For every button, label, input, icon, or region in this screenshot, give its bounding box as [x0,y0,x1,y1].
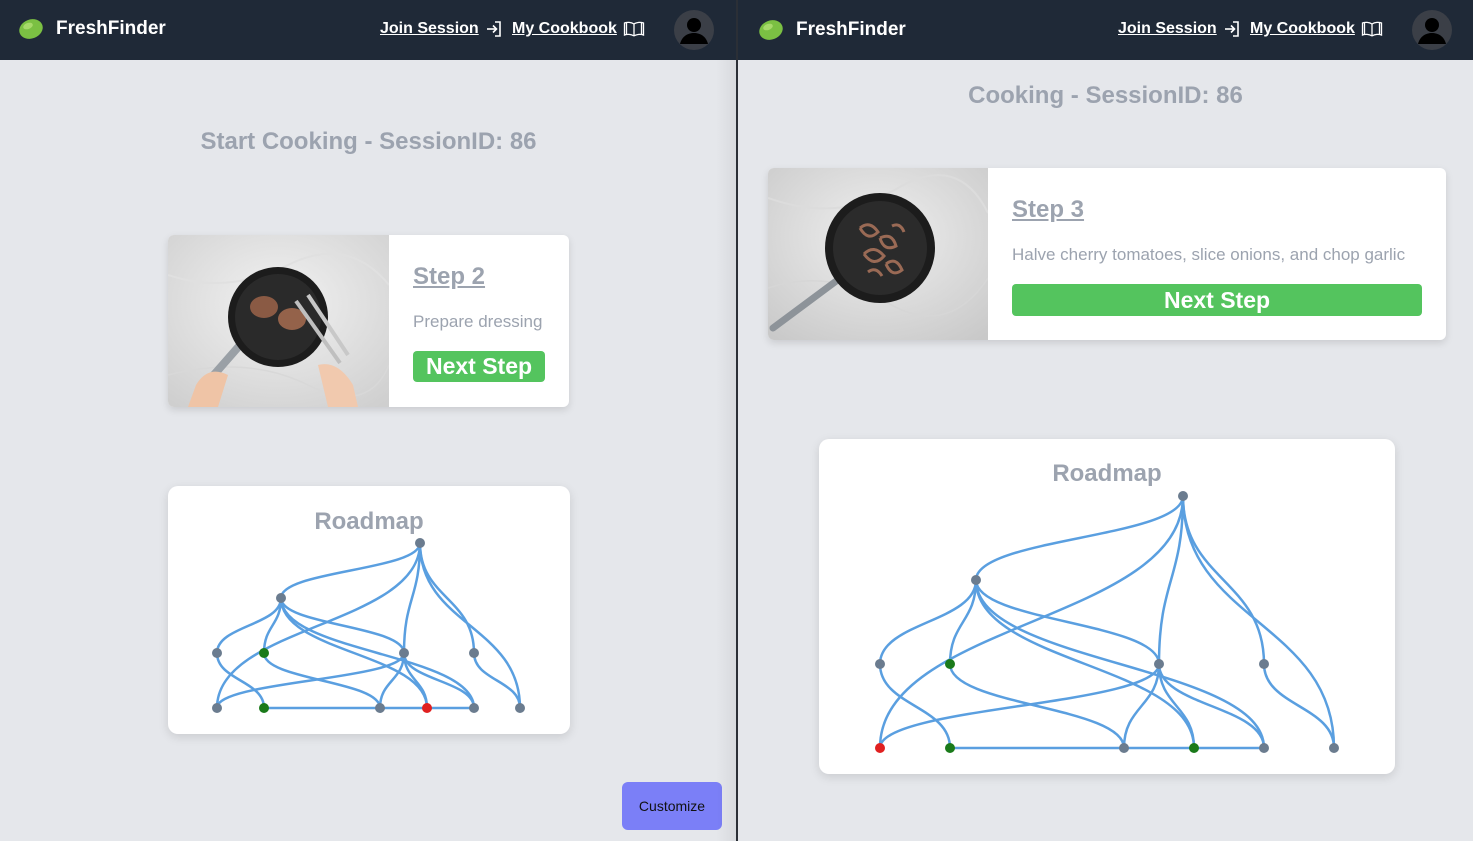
roadmap-node[interactable] [945,743,955,753]
next-step-button[interactable]: Next Step [413,351,545,382]
roadmap-node[interactable] [1119,743,1129,753]
step-description: Prepare dressing [413,312,543,331]
join-session-label: Join Session [380,20,479,37]
sign-in-icon [1224,21,1239,37]
user-avatar[interactable] [1412,10,1452,50]
roadmap-graph [212,538,525,713]
roadmap-edge [974,579,1266,749]
roadmap-node[interactable] [212,648,222,658]
roadmap-edge [1181,495,1336,749]
roadmap-node[interactable] [1259,743,1269,753]
roadmap-edge [1157,663,1266,749]
roadmap-node[interactable] [875,659,885,669]
roadmap-node[interactable] [945,659,955,669]
roadmap-graph [875,491,1339,753]
roadmap-edge [378,652,406,709]
lime-icon [19,19,43,39]
brand-name: FreshFinder [56,18,166,39]
roadmap-node[interactable] [212,703,222,713]
step-photo [768,168,988,340]
pane-shadow [716,60,736,841]
step-photo [168,235,389,407]
roadmap-edge [262,652,382,709]
roadmap-node[interactable] [422,703,432,713]
roadmap-edge [948,663,1126,749]
roadmap-edge [1262,663,1336,749]
brand-name: FreshFinder [796,19,906,40]
roadmap-node[interactable] [469,648,479,658]
roadmap-card: Roadmap [168,486,570,734]
roadmap-node[interactable] [469,703,479,713]
join-session-link[interactable]: Join Session [1118,20,1241,38]
join-session-label: Join Session [1118,20,1217,37]
roadmap-card: Roadmap [819,439,1395,774]
my-cookbook-link[interactable]: My Cookbook [1250,20,1383,38]
brand[interactable]: FreshFinder [18,18,166,40]
step-title: Step 3 [1012,196,1085,223]
roadmap-node[interactable] [1178,491,1188,501]
navbar: FreshFinder Join Session My Cookbook [738,0,1473,60]
roadmap-edge [974,495,1185,581]
user-icon [1418,18,1446,44]
roadmap-node[interactable] [875,743,885,753]
roadmap-node[interactable] [1154,659,1164,669]
navbar: FreshFinder Join Session My Cookbook [0,0,737,60]
step-card: Step 2 Prepare dressing Next Step [168,235,569,407]
roadmap-node[interactable] [375,703,385,713]
step-title: Step 2 [413,263,486,290]
roadmap-edge [418,542,476,654]
roadmap-node[interactable] [259,703,269,713]
roadmap-edge [1122,663,1161,749]
step-card: Step 3 Halve cherry tomatoes, slice onio… [768,168,1446,340]
roadmap-edge [974,579,1161,665]
my-cookbook-label: My Cookbook [512,20,617,37]
roadmap-node[interactable] [399,648,409,658]
roadmap-edge [418,542,522,709]
my-cookbook-link[interactable]: My Cookbook [512,20,645,38]
customize-button[interactable]: Customize [622,782,722,830]
my-cookbook-label: My Cookbook [1250,20,1355,37]
roadmap-node[interactable] [1329,743,1339,753]
page-title: Start Cooking - SessionID: 86 [200,128,537,155]
roadmap-edge [279,597,476,709]
roadmap-node[interactable] [971,575,981,585]
roadmap-edge [472,652,522,709]
roadmap-node[interactable] [276,593,286,603]
open-book-icon [1361,21,1383,37]
user-icon [680,18,708,44]
page-title: Cooking - SessionID: 86 [968,82,1243,109]
open-book-icon [623,21,645,37]
roadmap-node[interactable] [259,648,269,658]
lime-icon [759,20,783,40]
left-pane: FreshFinder Join Session My Cookbook Sta… [0,0,737,841]
brand[interactable]: FreshFinder [758,19,906,41]
join-session-link[interactable]: Join Session [380,20,503,38]
right-pane: FreshFinder Join Session My Cookbook Coo… [738,0,1473,841]
roadmap-node[interactable] [515,703,525,713]
user-avatar[interactable] [674,10,714,50]
roadmap-node[interactable] [1259,659,1269,669]
step-description: Halve cherry tomatoes, slice onions, and… [1012,245,1406,264]
roadmap-edge [279,542,422,599]
next-step-button[interactable]: Next Step [1012,284,1422,316]
roadmap-node[interactable] [415,538,425,548]
sign-in-icon [486,21,501,37]
roadmap-node[interactable] [1189,743,1199,753]
roadmap-edge [1181,495,1266,665]
